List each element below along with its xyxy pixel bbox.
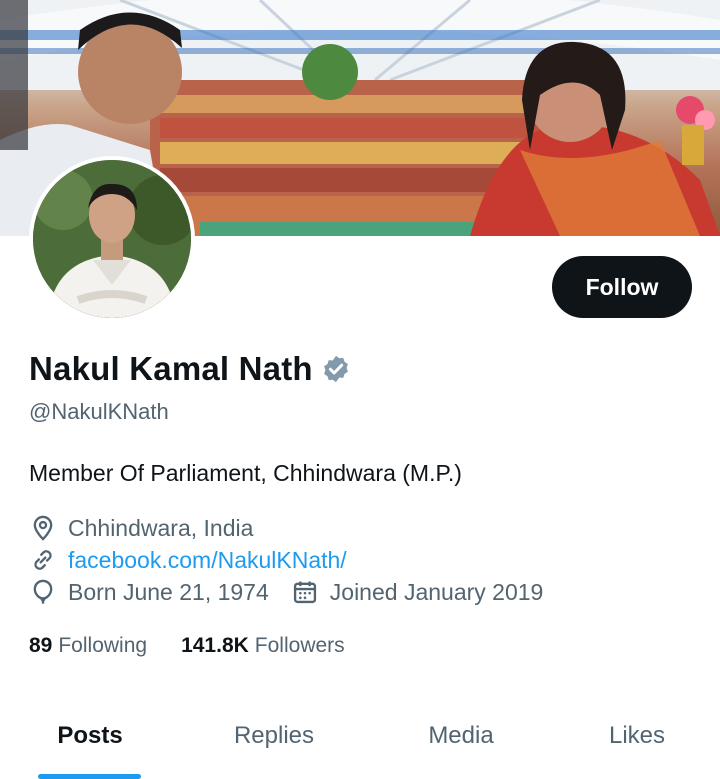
tab-replies[interactable]: Replies [180, 716, 368, 779]
location-row: Chhindwara, India [29, 514, 253, 542]
verified-badge-icon[interactable] [321, 354, 351, 384]
link-icon [29, 546, 57, 574]
profile-bio: Member Of Parliament, Chhindwara (M.P.) [29, 460, 462, 486]
following-stat[interactable]: 89 Following [29, 634, 147, 658]
followers-label: Followers [254, 634, 345, 657]
website-link[interactable]: facebook.com/NakulKNath/ [68, 547, 347, 574]
tab-media[interactable]: Media [368, 716, 554, 779]
followers-stat[interactable]: 141.8K Followers [181, 634, 345, 658]
dates-row: Born June 21, 1974 Joined January 2019 [29, 578, 543, 606]
follow-stats: 89 Following 141.8K Followers [29, 634, 379, 658]
avatar[interactable] [29, 156, 195, 322]
location-pin-icon [29, 514, 57, 542]
profile-name: Nakul Kamal Nath [29, 350, 313, 387]
location-text: Chhindwara, India [68, 514, 254, 541]
profile-name-row: Nakul Kamal Nath [29, 350, 351, 388]
joined-group: Joined January 2019 [291, 578, 544, 606]
website-row: facebook.com/NakulKNath/ [29, 546, 347, 574]
born-text: Born June 21, 1974 [68, 578, 269, 605]
avatar-photo [33, 160, 191, 318]
following-label: Following [58, 634, 148, 657]
balloon-icon [29, 578, 57, 606]
joined-text: Joined January 2019 [329, 578, 544, 605]
active-tab-indicator [38, 774, 141, 779]
calendar-icon [291, 578, 319, 606]
following-count: 89 [29, 634, 53, 657]
profile-handle: @NakulKNath [29, 399, 169, 424]
tab-likes[interactable]: Likes [554, 716, 720, 779]
profile-tabs: Posts Replies Media Likes [0, 716, 720, 779]
followers-count: 141.8K [181, 634, 249, 657]
follow-button[interactable]: Follow [552, 256, 692, 318]
tab-posts[interactable]: Posts [0, 716, 180, 779]
